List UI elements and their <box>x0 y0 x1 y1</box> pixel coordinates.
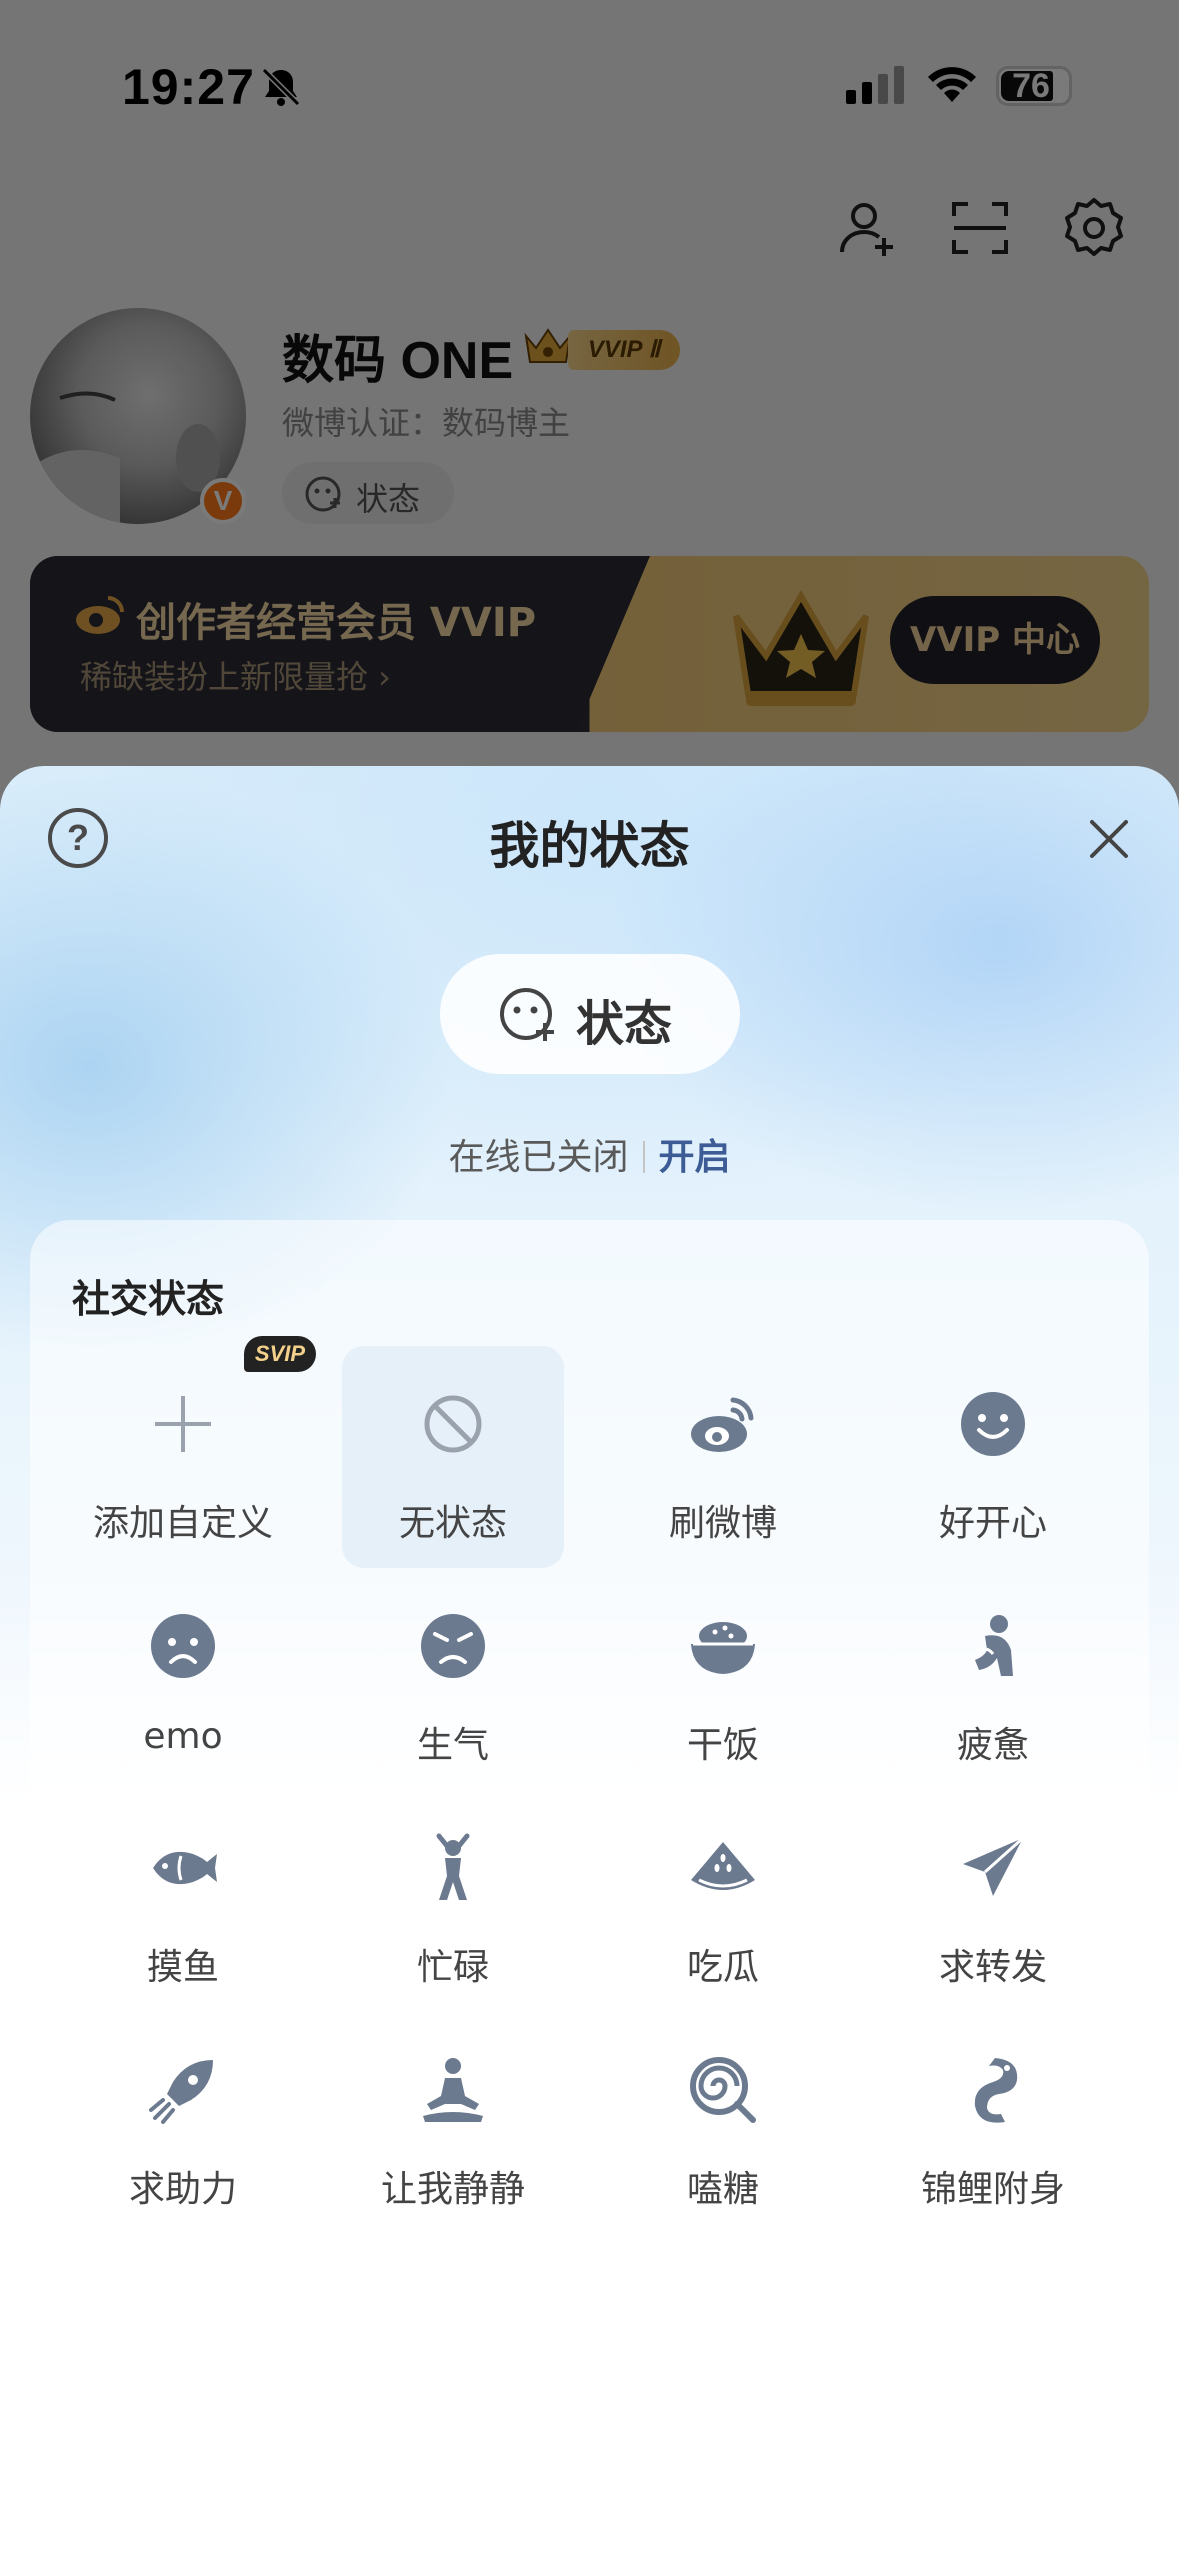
status-item-add-custom[interactable]: 添加自定义 <box>72 1346 294 1568</box>
meditation-icon <box>423 2058 483 2122</box>
fish-icon <box>153 1851 217 1885</box>
status-item-label: emo <box>143 1716 223 1757</box>
add-friend-icon[interactable] <box>836 196 900 260</box>
close-icon[interactable] <box>1086 816 1132 862</box>
status-item-angry[interactable]: 生气 <box>342 1568 564 1790</box>
status-item-quiet[interactable]: 让我静静 <box>342 2012 564 2234</box>
vvip-center-button[interactable]: VVIP 中心 <box>890 596 1100 684</box>
status-item-label: 求助力 <box>128 2169 237 2210</box>
status-item-label: 好开心 <box>938 1503 1047 1544</box>
status-item-label: 无状态 <box>398 1503 507 1544</box>
status-item-boost[interactable]: 求助力 <box>72 2012 294 2234</box>
vvip-banner[interactable]: 创作者经营会员 VVIP 稀缺装扮上新限量抢 › VVIP 中心 <box>30 556 1149 732</box>
online-status-row: 在线已关闭 开启 <box>0 1128 1179 1180</box>
verification-text: 微博认证：数码博主 <box>282 404 571 442</box>
online-status-text: 在线已关闭 <box>448 1137 629 1178</box>
current-status-label: 状态 <box>576 996 673 1052</box>
status-item-happy[interactable]: 好开心 <box>882 1346 1104 1568</box>
section-title: 社交状态 <box>72 1277 225 1321</box>
status-item-label: 干饭 <box>686 1725 759 1766</box>
status-item-label: 添加自定义 <box>92 1503 273 1544</box>
status-item-weibo[interactable]: 刷微博 <box>612 1346 834 1568</box>
status-item-gossip[interactable]: 吃瓜 <box>612 1790 834 2012</box>
status-item-label: 摸鱼 <box>146 1947 219 1988</box>
status-item-candy[interactable]: 嗑糖 <box>612 2012 834 2234</box>
status-item-label: 生气 <box>416 1725 489 1766</box>
status-item-tired[interactable]: 疲惫 <box>882 1568 1104 1790</box>
scan-icon[interactable] <box>948 196 1012 260</box>
social-status-card: 社交状态 添加自定义 无状态 刷微博 好开心 emo 生气 干饭 疲惫 摸鱼 忙… <box>30 1220 1149 2556</box>
my-status-sheet: ? 我的状态 状态 在线已关闭 开启 社交状态 添加自定义 无状态 刷微博 好开… <box>0 766 1179 2556</box>
rocket-icon <box>149 2060 213 2124</box>
banner-subtitle: 稀缺装扮上新限量抢 › <box>80 658 391 696</box>
busy-person-icon <box>436 1833 470 1900</box>
status-item-lucky-koi[interactable]: 锦鲤附身 <box>882 2012 1104 2234</box>
sheet-title: 我的状态 <box>489 817 690 875</box>
status-item-slacking[interactable]: 摸鱼 <box>72 1790 294 2012</box>
lollipop-icon <box>690 2057 756 2123</box>
no-status-icon <box>424 1395 482 1453</box>
status-item-busy[interactable]: 忙碌 <box>342 1790 564 2012</box>
mute-bell-icon <box>261 67 301 107</box>
status-face-icon <box>305 476 341 512</box>
status-item-label: 疲惫 <box>956 1725 1029 1766</box>
angry-face-icon <box>421 1614 485 1678</box>
status-bar: 19:27 76 <box>0 0 1179 170</box>
battery-level: 76 <box>1012 67 1050 105</box>
wifi-icon <box>928 67 976 102</box>
status-chip[interactable]: 状态 <box>282 462 454 524</box>
status-item-emo[interactable]: emo <box>72 1568 294 1790</box>
enable-online-link[interactable]: 开启 <box>659 1137 731 1178</box>
status-item-label: 求转发 <box>938 1947 1047 1988</box>
verified-badge-icon: V <box>200 478 246 524</box>
status-item-label: 吃瓜 <box>686 1947 759 1988</box>
paper-plane-icon <box>963 1836 1025 1896</box>
plus-icon <box>155 1396 211 1452</box>
status-item-label: 让我静静 <box>380 2169 525 2210</box>
watermelon-icon <box>691 1842 755 1890</box>
clock-time: 19:27 <box>122 59 255 115</box>
status-item-label: 锦鲤附身 <box>920 2169 1065 2210</box>
battery-icon: 76 <box>996 66 1072 106</box>
happy-face-icon <box>961 1392 1025 1456</box>
profile-page-background: 19:27 76 V 数码 ONE VVIP Ⅱ 微博认证：数码博主 状态 创作… <box>0 0 1179 820</box>
status-item-eating[interactable]: 干饭 <box>612 1568 834 1790</box>
divider <box>642 1141 645 1173</box>
svip-badge: SVIP <box>244 1336 316 1372</box>
weibo-logo-icon <box>76 596 124 634</box>
weibo-icon <box>691 1397 754 1452</box>
status-item-label: 忙碌 <box>416 1947 489 1988</box>
status-face-icon <box>500 988 554 1041</box>
rice-bowl-icon <box>691 1622 755 1674</box>
koi-icon <box>974 2058 1018 2123</box>
status-item-repost[interactable]: 求转发 <box>882 1790 1104 2012</box>
banner-title: 创作者经营会员 VVIP <box>136 600 537 646</box>
settings-gear-icon[interactable] <box>1062 196 1126 260</box>
cellular-signal-icon <box>846 66 904 104</box>
status-chip-label: 状态 <box>356 480 421 518</box>
status-item-label: 刷微博 <box>668 1503 777 1544</box>
vvip-level-tag[interactable]: VVIP Ⅱ <box>568 330 680 370</box>
sad-face-icon <box>151 1614 215 1678</box>
gold-crown-icon <box>733 590 869 706</box>
status-item-none[interactable]: 无状态 <box>342 1346 564 1568</box>
profile-name: 数码 ONE <box>282 332 514 390</box>
current-status-button[interactable]: 状态 <box>440 954 740 1074</box>
vip-crown-icon <box>524 328 572 363</box>
tired-person-icon <box>975 1615 1013 1676</box>
status-item-label: 嗑糖 <box>686 2169 759 2210</box>
